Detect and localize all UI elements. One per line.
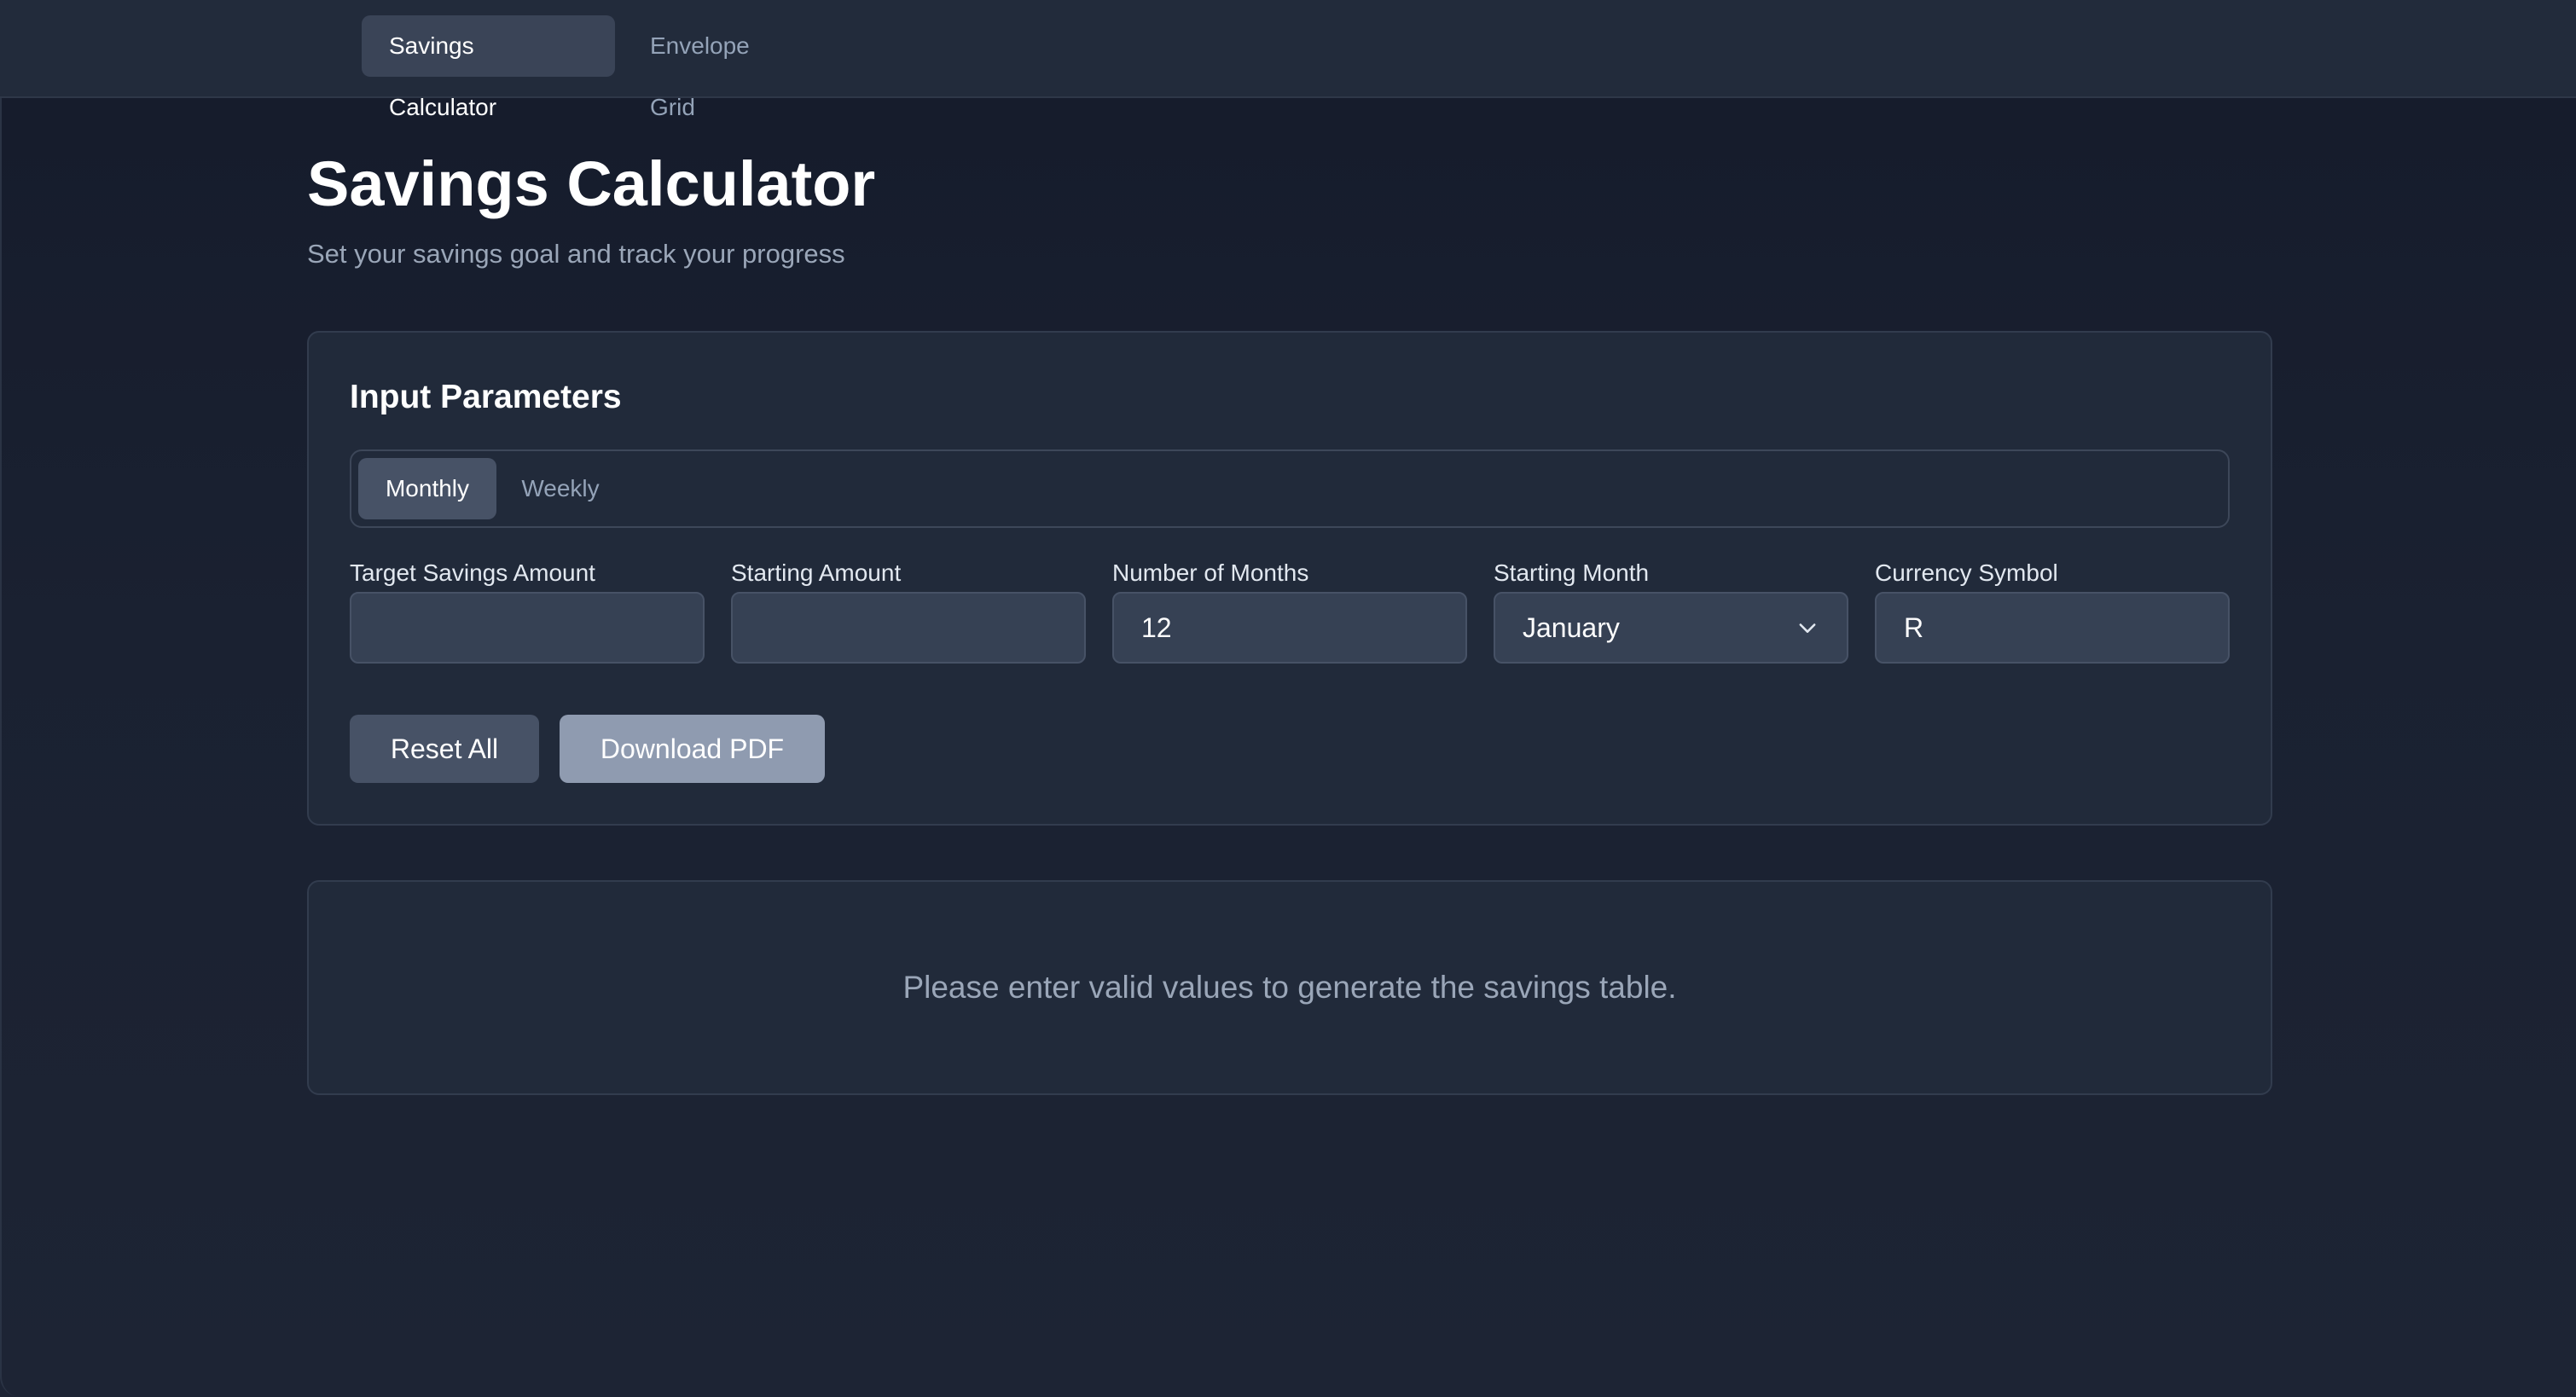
currency-symbol-input[interactable] (1875, 592, 2230, 664)
currency-symbol-label: Currency Symbol (1875, 559, 2058, 586)
reset-all-button[interactable]: Reset All (350, 715, 539, 783)
number-of-months-input[interactable] (1112, 592, 1467, 664)
tab-envelope-grid[interactable]: Envelope Grid (623, 15, 827, 120)
target-savings-input[interactable] (350, 592, 705, 664)
savings-table-card: Please enter valid values to generate th… (307, 880, 2272, 1095)
tab-savings-calculator[interactable]: Savings Calculator (362, 15, 615, 120)
starting-amount-field: Starting Amount (731, 556, 1086, 664)
target-savings-label: Target Savings Amount (350, 559, 595, 586)
empty-state-message: Please enter valid values to generate th… (902, 970, 1677, 1005)
chevron-down-icon (1799, 623, 1816, 633)
starting-month-field: Starting Month January (1494, 556, 1848, 664)
currency-symbol-field: Currency Symbol (1875, 556, 2230, 664)
page-subtitle: Set your savings goal and track your pro… (307, 239, 845, 269)
frequency-weekly-button[interactable]: Weekly (505, 458, 616, 519)
starting-amount-input[interactable] (731, 592, 1086, 664)
number-of-months-field: Number of Months (1112, 556, 1467, 664)
starting-amount-label: Starting Amount (731, 559, 902, 586)
frequency-toggle: Monthly Weekly (350, 449, 2230, 528)
download-pdf-button[interactable]: Download PDF (560, 715, 825, 783)
page-title: Savings Calculator (307, 148, 876, 219)
number-of-months-label: Number of Months (1112, 559, 1309, 586)
input-parameters-card: Input Parameters Monthly Weekly Target S… (307, 331, 2272, 826)
card-title: Input Parameters (350, 379, 622, 415)
top-navigation: Savings Calculator Envelope Grid (0, 0, 2576, 120)
frequency-monthly-button[interactable]: Monthly (358, 458, 496, 519)
starting-month-label: Starting Month (1494, 559, 1650, 586)
starting-month-select[interactable]: January (1494, 592, 1848, 664)
target-savings-field: Target Savings Amount (350, 556, 705, 664)
starting-month-value: January (1523, 612, 1620, 643)
